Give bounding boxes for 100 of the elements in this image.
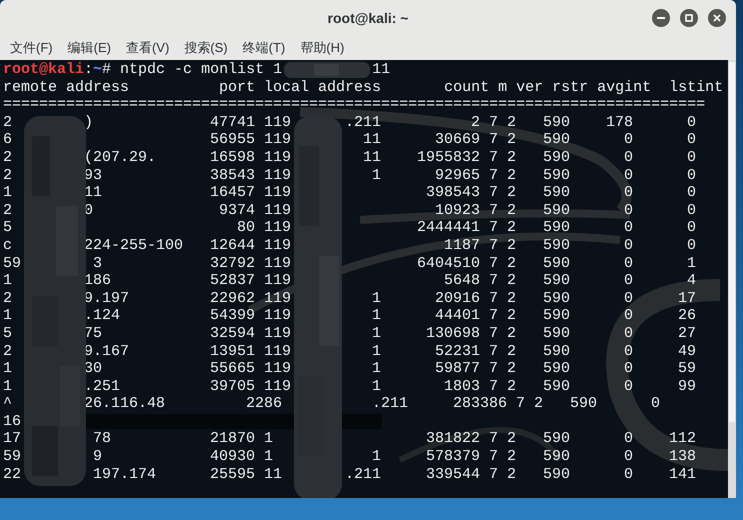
table-cell: 7 (489, 131, 498, 149)
table-cell: 2 (534, 395, 544, 413)
table-cell: 55665 (210, 360, 256, 378)
table-cell: 39705 (210, 378, 256, 396)
table-cell: 0 (687, 131, 696, 149)
table-cell: 7 (489, 148, 498, 167)
table-cell: 1955832 (417, 148, 480, 167)
maximize-icon (685, 14, 693, 22)
table-cell: 16598 (210, 148, 256, 167)
table-cell: 9.167 (84, 342, 130, 360)
table-cell: 56955 (210, 131, 256, 149)
table-cell: 590 (570, 395, 598, 413)
table-cell: 17 (3, 430, 22, 448)
menu-item[interactable]: 查看(V) (126, 38, 170, 58)
table-cell: 9374 (219, 202, 256, 220)
minimize-icon (657, 17, 665, 19)
table-cell: 2 (507, 324, 516, 342)
table-cell: 138 (669, 448, 696, 466)
table-cell: 7 (489, 307, 498, 325)
table-cell: 1803 (444, 378, 480, 396)
table-cell: .124 (84, 307, 120, 325)
table-cell: .251 (84, 378, 120, 396)
menu-item[interactable]: 搜索(S) (184, 38, 228, 58)
table-cell: 197.174 (93, 466, 156, 484)
close-button[interactable] (708, 9, 726, 27)
table-cell: 40930 (210, 448, 256, 466)
table-cell: 1 (372, 378, 382, 396)
menu-item[interactable]: 帮助(H) (300, 38, 344, 58)
table-cell: 0 (624, 202, 634, 220)
table-cell: 32594 (210, 324, 256, 342)
table-cell: 59 (3, 448, 22, 466)
table-cell: 0 (624, 290, 634, 308)
table-cell: 26 (678, 307, 696, 325)
table-cell: 130698 (426, 324, 480, 342)
table-cell: 119 (264, 184, 292, 202)
table-cell: 9.197 (84, 290, 130, 308)
table-cell: 75 (84, 324, 102, 342)
table-cell: 5648 (444, 272, 480, 290)
table-cell: 119 (264, 219, 292, 236)
column-header: remote address port local address count m ver rstr avgint lstint (3, 78, 724, 96)
table-cell: 590 (543, 114, 570, 132)
table-cell: 0 (624, 254, 634, 272)
table-cell: 5 (3, 324, 12, 342)
table-cell: 2 (471, 114, 480, 132)
table-cell: 2 (3, 148, 12, 167)
separator-line: ============================================================================== (3, 96, 706, 114)
table-cell: 590 (543, 307, 570, 325)
table-cell: 1 (264, 448, 274, 466)
table-cell: 0 (624, 448, 634, 466)
table-cell: 119 (264, 307, 292, 324)
table-cell: 49 (678, 342, 696, 360)
menu-item[interactable]: 终端(T) (242, 38, 286, 58)
table-cell: 2 (507, 290, 516, 308)
table-cell: 0 (687, 202, 696, 220)
command-text: # ntpdc -c monlist 1 (102, 61, 282, 79)
menu-item[interactable]: 文件(F) (10, 38, 53, 58)
table-cell: 59 (3, 254, 22, 272)
table-cell: 0 (687, 236, 696, 255)
table-cell: 590 (543, 148, 570, 167)
table-cell: 590 (543, 360, 570, 378)
table-cell: 16457 (210, 184, 256, 202)
table-cell: 2 (507, 307, 516, 325)
table-cell: 99 (678, 378, 696, 396)
table-cell: 16 (3, 412, 22, 430)
table-cell: 224-255-100 (84, 236, 184, 255)
table-cell: 1 (372, 342, 382, 360)
table-cell: 1 (372, 307, 382, 325)
table-cell: 22962 (210, 290, 256, 308)
table-cell: 2286 (246, 395, 282, 413)
table-cell: 119 (264, 272, 292, 290)
table-cell: 10923 (435, 202, 480, 220)
maximize-button[interactable] (680, 9, 698, 27)
table-cell: 47741 (210, 114, 256, 132)
table-cell: 7 (489, 430, 498, 448)
table-cell: 2 (507, 131, 516, 149)
table-cell: 119 (264, 202, 292, 219)
table-cell: 590 (543, 166, 570, 184)
table-cell: 52231 (435, 342, 480, 360)
table-cell: 2 (3, 114, 12, 132)
table-cell: 2 (507, 254, 516, 272)
table-cell: 119 (264, 378, 292, 395)
table-cell: 381822 (426, 430, 480, 448)
table-cell: 590 (543, 466, 570, 484)
table-cell: 1 (3, 184, 12, 202)
table-cell: 1 (264, 430, 274, 448)
minimize-button[interactable] (652, 9, 670, 27)
table-cell: 0 (624, 466, 634, 484)
table-cell: 1 (372, 360, 382, 378)
scrollbar[interactable] (728, 60, 736, 498)
table-cell: 0 (687, 184, 696, 202)
table-cell: 1 (372, 448, 382, 466)
table-cell: 59877 (435, 360, 480, 378)
table-cell: 590 (543, 202, 570, 220)
menu-item[interactable]: 编辑(E) (68, 38, 111, 58)
table-cell: 7 (489, 360, 498, 378)
table-cell: 7 (489, 378, 498, 396)
table-cell: 2 (3, 290, 12, 308)
table-cell: 590 (543, 184, 570, 202)
table-cell: 7 (489, 236, 498, 255)
table-cell: 339544 (426, 466, 480, 484)
